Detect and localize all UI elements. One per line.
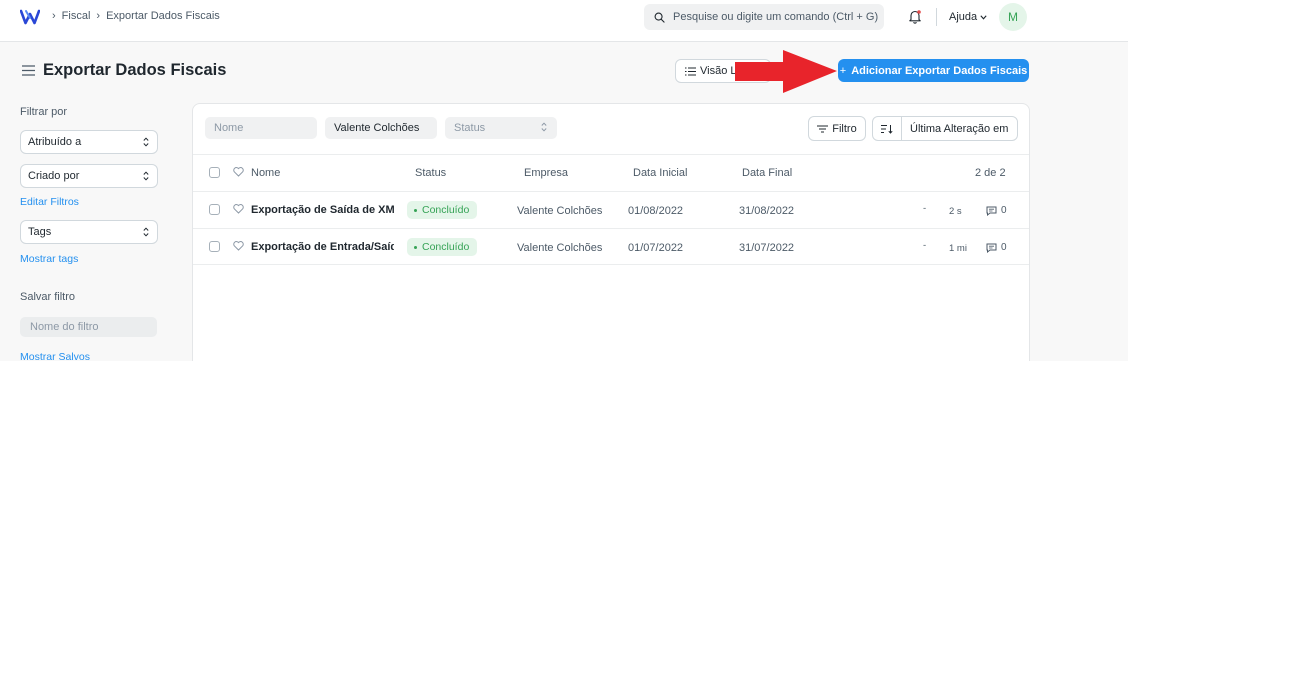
list-view-label: Visão L (700, 65, 737, 77)
row-dash: - (923, 240, 927, 251)
assigned-to-label: Atribuído a (28, 136, 82, 148)
created-by-select[interactable]: Criado por (20, 164, 158, 188)
list-panel: Nome Valente Colchões Status Filtro Últi… (192, 103, 1030, 361)
filter-button-label: Filtro (832, 122, 857, 135)
breadcrumb: › Fiscal › Exportar Dados Fiscais (52, 10, 220, 22)
column-header-company: Empresa (524, 167, 569, 179)
status-dot-icon (414, 208, 417, 212)
row-name-link[interactable]: Exportação de Entrada/Saída (251, 241, 394, 253)
select-all-checkbox[interactable] (209, 167, 220, 178)
row-start-date: 01/08/2022 (628, 205, 684, 217)
chevron-down-icon (980, 14, 987, 20)
row-company: Valente Colchões (517, 205, 603, 217)
add-export-button[interactable]: + Adicionar Exportar Dados Fiscais (838, 59, 1029, 82)
select-arrows-icon (143, 171, 149, 181)
navbar-divider (936, 8, 937, 26)
column-header-status: Status (415, 167, 447, 179)
status-badge: Concluído (407, 201, 478, 219)
red-arrow-annotation-icon (735, 50, 837, 93)
assigned-to-select[interactable]: Atribuído a (20, 130, 158, 154)
filter-name-input[interactable]: Nome do filtro (20, 317, 157, 337)
sort-control: Última Alteração em (872, 116, 1018, 141)
notification-bell-icon[interactable] (908, 9, 922, 24)
sort-order-button[interactable] (873, 117, 902, 140)
status-filter-select[interactable]: Status (445, 117, 557, 139)
status-dot-icon (414, 245, 417, 249)
heart-icon[interactable] (233, 241, 244, 251)
column-header-name: Nome (251, 167, 281, 179)
row-checkbox[interactable] (209, 241, 220, 252)
tags-label: Tags (28, 226, 52, 238)
table-row[interactable]: Exportação de Saída de XML Concluído Val… (193, 191, 1029, 228)
avatar[interactable]: M (999, 3, 1027, 31)
filter-button[interactable]: Filtro (808, 116, 866, 141)
record-count: 2 de 2 (975, 167, 1006, 179)
select-arrows-icon (143, 227, 149, 237)
filter-by-label: Filtrar por (20, 106, 68, 118)
column-header-start-date: Data Inicial (633, 167, 688, 179)
row-end-date: 31/07/2022 (739, 242, 795, 254)
comment-icon (986, 206, 997, 216)
status-badge: Concluído (407, 238, 478, 256)
tags-select[interactable]: Tags (20, 220, 158, 244)
show-saved-link[interactable]: Mostrar Salvos (20, 351, 90, 361)
row-name-link[interactable]: Exportação de Saída de XML (251, 204, 394, 216)
breadcrumb-item-fiscal[interactable]: Fiscal (62, 10, 91, 22)
row-end-date: 31/08/2022 (739, 205, 795, 217)
row-dash: - (923, 203, 927, 214)
created-by-label: Criado por (28, 170, 80, 182)
sidebar-toggle-icon[interactable] (22, 65, 35, 76)
heart-icon[interactable] (233, 167, 244, 177)
comment-count-label: 0 (1001, 205, 1007, 216)
comment-count-label: 0 (1001, 242, 1007, 253)
comment-count[interactable]: 0 (986, 205, 1007, 216)
show-tags-link[interactable]: Mostrar tags (20, 253, 78, 265)
chevron-right-icon: › (96, 10, 101, 22)
app-logo-icon[interactable] (20, 9, 40, 25)
row-company: Valente Colchões (517, 242, 603, 254)
table-row[interactable]: Exportação de Entrada/Saída Concluído Va… (193, 228, 1029, 265)
breadcrumb-item-current[interactable]: Exportar Dados Fiscais (106, 10, 220, 22)
add-export-label: Adicionar Exportar Dados Fiscais (851, 64, 1028, 77)
chevron-right-icon: › (52, 10, 56, 22)
save-filter-label: Salvar filtro (20, 291, 76, 303)
heart-icon[interactable] (233, 204, 244, 214)
navbar: › Fiscal › Exportar Dados Fiscais Pesqui… (0, 0, 1128, 42)
status-filter-label: Status (454, 122, 486, 134)
sort-descending-icon (881, 124, 893, 134)
page-title: Exportar Dados Fiscais (43, 61, 227, 79)
status-badge-label: Concluído (422, 204, 470, 216)
sort-field-button[interactable]: Última Alteração em (902, 123, 1008, 135)
search-bar[interactable]: Pesquise ou digite um comando (Ctrl + G) (644, 4, 884, 30)
search-icon (654, 12, 665, 23)
help-dropdown[interactable]: Ajuda (949, 11, 987, 23)
list-icon (685, 66, 696, 76)
app-window: › Fiscal › Exportar Dados Fiscais Pesqui… (0, 0, 1128, 361)
select-arrows-icon (143, 137, 149, 147)
edit-filters-link[interactable]: Editar Filtros (20, 196, 79, 208)
row-modified: 1 mi (949, 243, 967, 254)
select-arrows-icon (541, 122, 547, 132)
filter-icon (817, 124, 829, 133)
help-label: Ajuda (949, 11, 978, 23)
company-filter-input[interactable]: Valente Colchões (325, 117, 437, 139)
row-divider (193, 264, 1029, 265)
name-filter-input[interactable]: Nome (205, 117, 317, 139)
row-checkbox[interactable] (209, 204, 220, 215)
comment-count[interactable]: 0 (986, 242, 1007, 253)
search-input[interactable]: Pesquise ou digite um comando (Ctrl + G) (673, 11, 878, 23)
row-start-date: 01/07/2022 (628, 242, 684, 254)
row-modified: 2 s (949, 206, 962, 217)
list-header: Nome Status Empresa Data Inicial Data Fi… (193, 154, 1029, 191)
status-badge-label: Concluído (422, 241, 470, 253)
comment-icon (986, 243, 997, 253)
plus-icon: + (839, 64, 847, 77)
column-header-end-date: Data Final (742, 167, 793, 179)
